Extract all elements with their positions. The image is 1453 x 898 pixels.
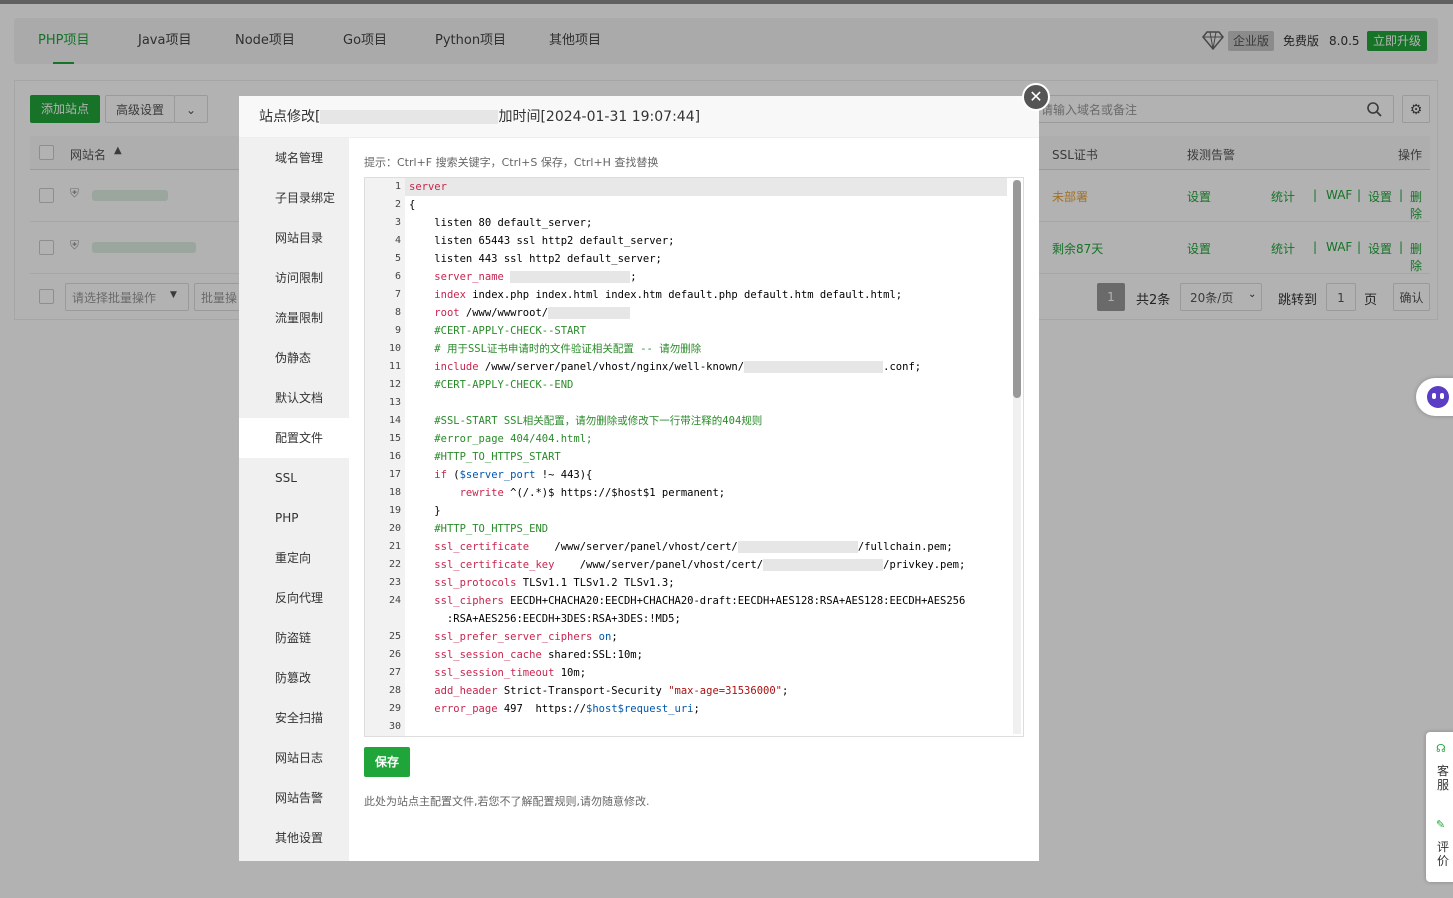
- menu-default-doc[interactable]: 默认文档: [239, 378, 349, 418]
- edit-icon: ✎: [1436, 818, 1446, 831]
- menu-site-log[interactable]: 网站日志: [239, 738, 349, 778]
- menu-security-scan[interactable]: 安全扫描: [239, 698, 349, 738]
- assistant-float-button[interactable]: [1416, 378, 1453, 416]
- menu-tamper-proof[interactable]: 防篡改: [239, 658, 349, 698]
- menu-access-limit[interactable]: 访问限制: [239, 258, 349, 298]
- redacted-site-name: [320, 110, 499, 124]
- side-float-panel: ☊ 客服 ✎ 评价: [1426, 732, 1453, 882]
- menu-traffic-limit[interactable]: 流量限制: [239, 298, 349, 338]
- review-link[interactable]: 评价: [1437, 840, 1451, 868]
- modal-side-menu: 域名管理 子目录绑定 网站目录 访问限制 流量限制 伪静态 默认文档 配置文件 …: [239, 138, 349, 861]
- config-warning-note: 此处为站点主配置文件,若您不了解配置规则,请勿随意修改.: [364, 795, 650, 808]
- menu-subdir[interactable]: 子目录绑定: [239, 178, 349, 218]
- headset-icon: ☊: [1436, 742, 1446, 755]
- current-line-highlight: [405, 178, 1007, 196]
- menu-domain[interactable]: 域名管理: [239, 138, 349, 178]
- site-edit-modal: 站点修改[ 加时间[2024-01-31 19:07:44] 域名管理 子目录绑定…: [239, 96, 1039, 861]
- menu-hotlink[interactable]: 防盗链: [239, 618, 349, 658]
- modal-title-suffix: 加时间[2024-01-31 19:07:44]: [498, 109, 701, 125]
- modal-title: 站点修改[ 加时间[2024-01-31 19:07:44]: [239, 96, 1039, 138]
- menu-reverse-proxy[interactable]: 反向代理: [239, 578, 349, 618]
- editor-scrollbar-thumb[interactable]: [1013, 180, 1021, 398]
- modal-title-prefix: 站点修改[: [259, 109, 321, 125]
- menu-site-dir[interactable]: 网站目录: [239, 218, 349, 258]
- robot-icon: [1427, 386, 1449, 408]
- menu-site-alert[interactable]: 网站告警: [239, 778, 349, 818]
- config-code-editor[interactable]: 1 server 2{ 3 listen 80 default_server; 4…: [364, 177, 1024, 737]
- menu-redirect[interactable]: 重定向: [239, 538, 349, 578]
- menu-php[interactable]: PHP: [239, 498, 349, 538]
- menu-ssl[interactable]: SSL: [239, 458, 349, 498]
- close-icon: ✕: [1029, 87, 1043, 106]
- modal-close-button[interactable]: ✕: [1022, 83, 1050, 111]
- editor-scrollbar[interactable]: [1013, 180, 1021, 734]
- shortcut-hint: 提示：Ctrl+F 搜索关键字，Ctrl+S 保存，Ctrl+H 查找替换: [364, 156, 659, 169]
- save-button[interactable]: 保存: [364, 747, 410, 777]
- menu-other-settings[interactable]: 其他设置: [239, 818, 349, 858]
- customer-service-link[interactable]: 客服: [1437, 764, 1451, 792]
- menu-config-file[interactable]: 配置文件: [239, 418, 349, 458]
- menu-rewrite[interactable]: 伪静态: [239, 338, 349, 378]
